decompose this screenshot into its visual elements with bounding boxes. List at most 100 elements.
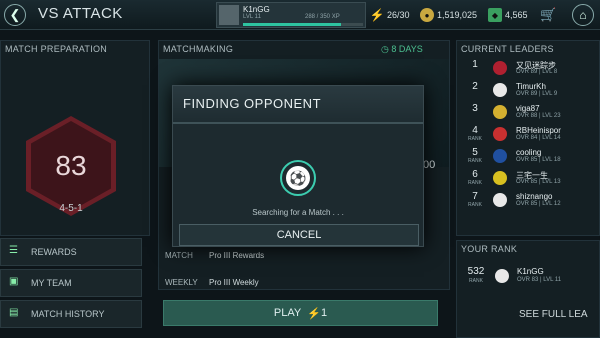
player-level: LVL 11 (243, 14, 261, 20)
club-badge-icon (495, 269, 509, 283)
leader-row[interactable]: 2 TimurKh OVR 89 | LVL 9 (460, 82, 600, 98)
leader-row[interactable]: 4 RANK RBHeinispor OVR 84 | LVL 14 (460, 125, 600, 143)
leader-rank: 3 (472, 103, 478, 114)
finding-opponent-dialog: FINDING OPPONENT ⚽ Searching for a Match… (172, 85, 424, 247)
leader-ovr: OVR 84 | LVL 14 (516, 135, 561, 141)
leader-row[interactable]: 6 RANK 三宅一生 OVR 85 | LVL 13 (460, 169, 600, 187)
page-title: VS ATTACK (38, 5, 123, 22)
days-remaining: ◷ 8 DAYS (381, 44, 423, 55)
play-label: PLAY (273, 307, 302, 319)
club-badge-icon (493, 61, 507, 75)
your-name: K1nGG (517, 267, 544, 276)
panel-heading: YOUR RANK (461, 244, 518, 254)
football-icon: ⚽ (286, 166, 310, 190)
leader-ovr: OVR 85 | LVL 18 (516, 157, 561, 163)
your-rank-sub: RANK (469, 278, 483, 284)
points-counter: ◆ 4,565 (488, 5, 528, 25)
club-badge-icon (493, 171, 507, 185)
weekly-row-label: WEEKLY (165, 278, 198, 287)
searching-text: Searching for a Match . . . (252, 208, 344, 217)
match-history-button[interactable]: ▤ MATCH HISTORY (0, 300, 142, 328)
back-button[interactable]: ❮ (4, 4, 26, 26)
your-rank-panel: YOUR RANK 532 RANK K1nGG OVR 83 | LVL 11… (456, 240, 600, 338)
match-preparation-panel: MATCH PREPARATION 83 4-5-1 (0, 40, 150, 236)
banner-value: 00 (423, 159, 436, 171)
club-badge-icon (493, 105, 507, 119)
top-bar: ❮ VS ATTACK K1nGG LVL 11 288 / 350 XP ⚡ 2… (0, 0, 600, 30)
leader-name: cooling (516, 148, 542, 157)
team-rating-hexagon: 83 (26, 116, 116, 216)
see-full-leaderboard-button[interactable]: SEE FULL LEA (519, 309, 588, 320)
store-cart-icon[interactable]: 🛒 (540, 5, 556, 25)
leader-rank: 7 (472, 191, 478, 202)
days-value: 8 DAYS (391, 44, 423, 54)
leader-name: TimurKh (516, 82, 546, 91)
leader-row[interactable]: 3 viga87 OVR 88 | LVL 23 (460, 104, 600, 120)
my-team-label: MY TEAM (31, 278, 72, 288)
leader-rank-sub: RANK (468, 136, 482, 142)
club-badge-icon (493, 149, 507, 163)
xp-bar-fill (243, 23, 342, 26)
club-badge-icon (493, 127, 507, 141)
leader-name: shiznango (516, 192, 553, 201)
leader-rank: 4 (472, 125, 478, 136)
history-icon: ▤ (9, 307, 19, 318)
stamina-counter: ⚡ 26/30 (370, 5, 410, 25)
leader-rank: 5 (472, 147, 478, 158)
player-xp: 288 / 350 XP (305, 14, 340, 20)
rewards-label: REWARDS (31, 247, 77, 257)
panel-heading: CURRENT LEADERS (461, 44, 554, 54)
team-rating: 83 (31, 121, 111, 211)
leader-ovr: OVR 85 | LVL 12 (516, 201, 561, 207)
leader-rank: 6 (472, 169, 478, 180)
xp-bar (243, 23, 363, 26)
stamina-value: 26/30 (387, 10, 410, 20)
rewards-button[interactable]: ☰ REWARDS (0, 238, 142, 266)
dialog-header: FINDING OPPONENT (173, 86, 423, 124)
leader-ovr: OVR 88 | LVL 23 (516, 113, 561, 119)
match-history-label: MATCH HISTORY (31, 309, 105, 319)
leader-rank: 2 (472, 81, 478, 92)
leader-rank-sub: RANK (468, 158, 482, 164)
leader-row[interactable]: 1 又见迷踪步 OVR 89 | LVL 8 (460, 60, 600, 76)
coin-icon: ● (420, 8, 434, 22)
coins-counter: ● 1,519,025 (420, 5, 477, 25)
clock-icon: ◷ (381, 44, 392, 54)
leader-rank-sub: RANK (468, 180, 482, 186)
leader-ovr: OVR 89 | LVL 9 (516, 91, 558, 97)
leader-ovr: OVR 89 | LVL 8 (516, 69, 558, 75)
points-icon: ◆ (488, 8, 502, 22)
cancel-button[interactable]: CANCEL (179, 224, 419, 246)
club-badge-icon (493, 193, 507, 207)
coins-value: 1,519,025 (437, 10, 478, 20)
rewards-icon: ☰ (9, 245, 18, 256)
leader-row[interactable]: 7 RANK shiznango OVR 85 | LVL 12 (460, 191, 600, 209)
match-row-value: Pro III Rewards (209, 251, 265, 260)
formation: 4-5-1 (59, 203, 83, 214)
home-button[interactable]: ⌂ (572, 4, 594, 26)
weekly-row-value: Pro III Weekly (209, 278, 259, 287)
panel-heading: MATCH PREPARATION (5, 44, 108, 54)
player-name: K1nGG (243, 5, 270, 14)
jersey-icon: ▣ (9, 276, 19, 287)
leader-name: viga87 (516, 104, 540, 113)
my-team-button[interactable]: ▣ MY TEAM (0, 269, 142, 297)
leader-name: RBHeinispor (516, 126, 561, 135)
play-cost: 1 (321, 307, 328, 319)
player-profile[interactable]: K1nGG LVL 11 288 / 350 XP (216, 2, 366, 28)
club-badge-icon (493, 83, 507, 97)
leader-rank: 1 (472, 59, 478, 70)
avatar (219, 5, 239, 25)
your-rank-value: 532 (467, 266, 485, 277)
leader-rank-sub: RANK (468, 202, 482, 208)
points-value: 4,565 (505, 10, 528, 20)
match-row-label: MATCH (165, 251, 193, 260)
your-ovr: OVR 83 | LVL 11 (517, 277, 562, 283)
leader-row[interactable]: 5 RANK cooling OVR 85 | LVL 18 (460, 147, 600, 165)
spinner: ⚽ (280, 160, 316, 196)
bolt-icon: ⚡ (369, 8, 385, 22)
chevron-left-icon: ❮ (9, 7, 21, 22)
leader-ovr: OVR 85 | LVL 13 (516, 179, 561, 185)
home-icon: ⌂ (579, 8, 587, 22)
play-button[interactable]: PLAY ⚡ 1 (163, 300, 438, 326)
